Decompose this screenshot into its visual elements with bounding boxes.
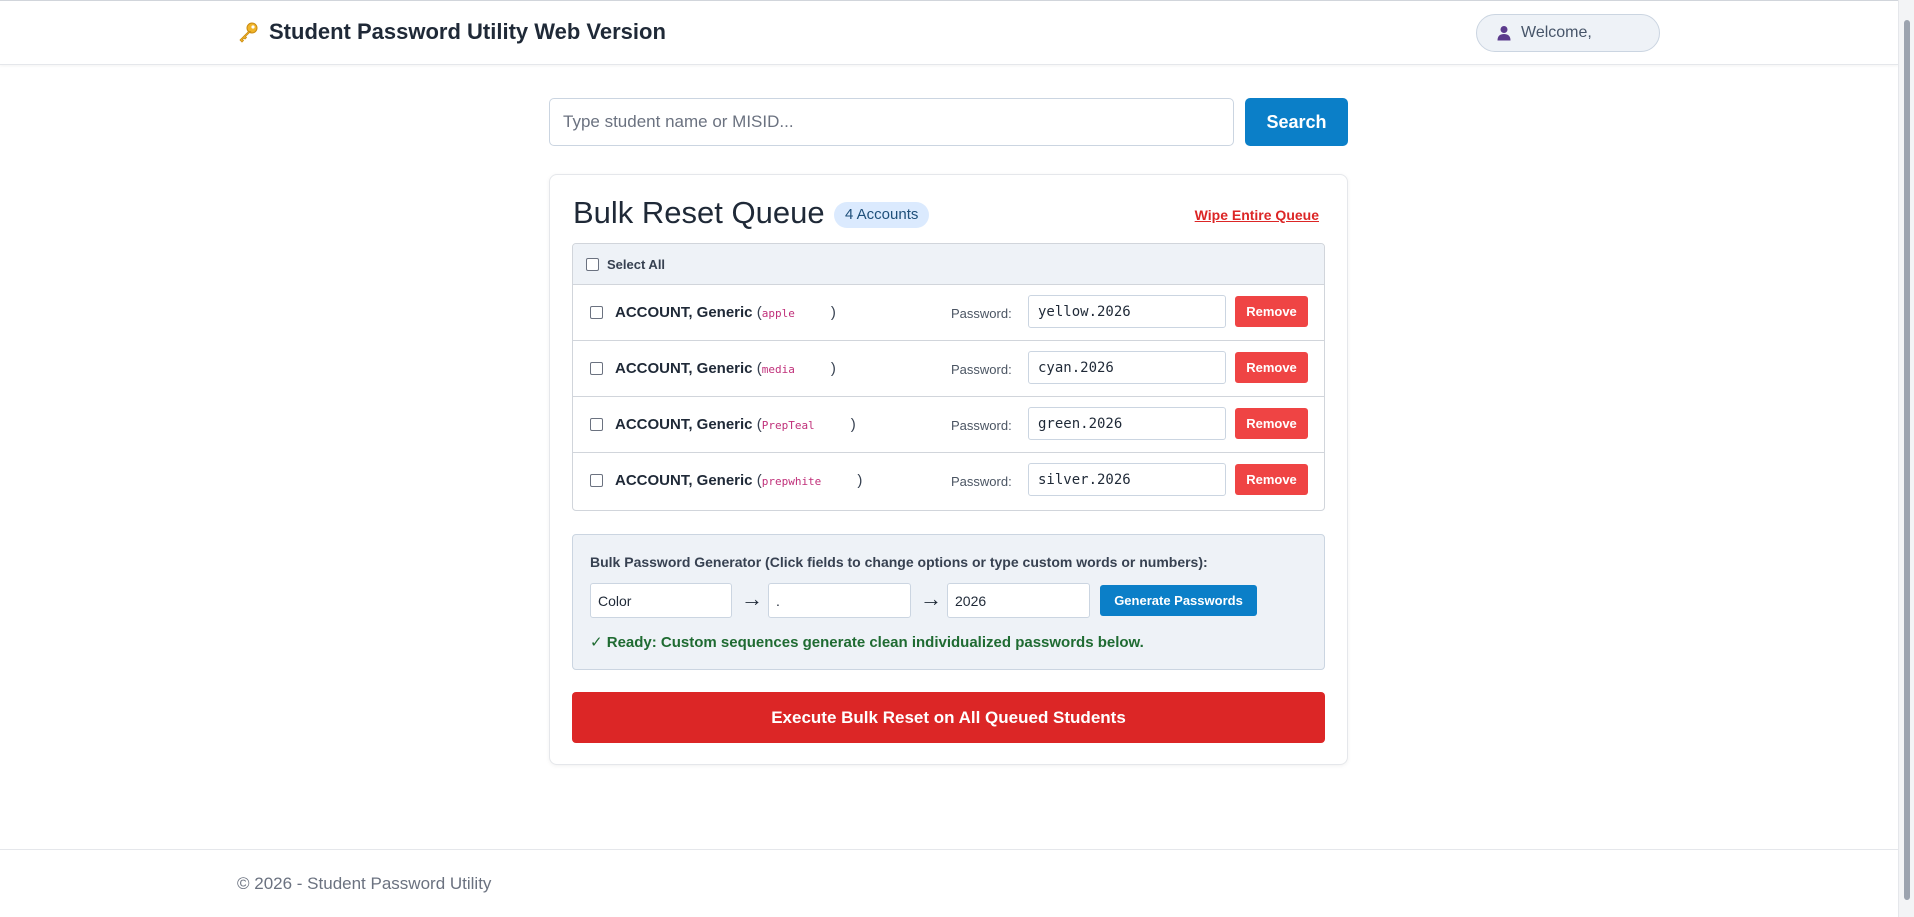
row-checkbox[interactable] (590, 474, 603, 487)
generator-status: ✓ Ready: Custom sequences generate clean… (590, 634, 1144, 651)
student-name: ACCOUNT, Generic (prepwhite) (615, 472, 862, 489)
generator-number-field[interactable] (947, 583, 1090, 618)
queue-table: Select All ACCOUNT, Generic (apple) Pass… (572, 243, 1325, 511)
row-checkbox[interactable] (590, 362, 603, 375)
select-all-checkbox[interactable] (586, 257, 599, 271)
remove-button[interactable]: Remove (1235, 408, 1308, 439)
scrollbar-thumb[interactable] (1904, 20, 1910, 900)
password-label: Password: (951, 362, 1012, 377)
footer: © 2026 - Student Password Utility (0, 849, 1898, 917)
row-checkbox[interactable] (590, 418, 603, 431)
execute-bulk-reset-button[interactable]: Execute Bulk Reset on All Queued Student… (572, 692, 1325, 743)
top-navbar: Student Password Utility Web Version Wel… (0, 0, 1898, 65)
wipe-queue-link[interactable]: Wipe Entire Queue (1195, 207, 1319, 223)
row-checkbox[interactable] (590, 306, 603, 319)
student-name: ACCOUNT, Generic (apple) (615, 304, 836, 321)
arrow-right-icon: → (741, 586, 763, 611)
app-window: Student Password Utility Web Version Wel… (0, 0, 1914, 917)
student-misid: prepwhite (761, 475, 822, 488)
paren-close: ) (830, 360, 836, 377)
student-misid: apple (761, 307, 795, 320)
student-misid: PrepTeal (761, 419, 815, 432)
password-input[interactable] (1028, 351, 1226, 384)
remove-button[interactable]: Remove (1235, 464, 1308, 495)
password-label: Password: (951, 418, 1012, 433)
bulk-reset-card: Bulk Reset Queue 4 Accounts Wipe Entire … (549, 174, 1348, 765)
footer-copyright: © 2026 - Student Password Utility (237, 874, 492, 893)
queue-row: ACCOUNT, Generic (apple) Password: Remov… (573, 285, 1324, 341)
queue-row: ACCOUNT, Generic (media) Password: Remov… (573, 341, 1324, 397)
account-count-badge: 4 Accounts (834, 202, 930, 228)
password-input[interactable] (1028, 295, 1226, 328)
password-label: Password: (951, 474, 1012, 489)
user-icon (1497, 25, 1511, 41)
welcome-text: Welcome, (1521, 24, 1592, 41)
select-all-row: Select All (573, 244, 1324, 285)
select-all-label[interactable]: Select All (607, 257, 665, 272)
password-input[interactable] (1028, 463, 1226, 496)
search-button[interactable]: Search (1245, 98, 1348, 146)
password-input[interactable] (1028, 407, 1226, 440)
password-generator-panel: Bulk Password Generator (Click fields to… (572, 534, 1325, 670)
student-name-text: ACCOUNT, Generic (615, 304, 753, 321)
app-brand[interactable]: Student Password Utility Web Version (237, 19, 666, 45)
remove-button[interactable]: Remove (1235, 296, 1308, 327)
key-icon (237, 21, 259, 43)
paren-close: ) (830, 304, 836, 321)
generate-passwords-button[interactable]: Generate Passwords (1100, 585, 1257, 616)
paren-close: ) (850, 416, 856, 433)
student-misid: media (761, 363, 795, 376)
student-search-input[interactable] (549, 98, 1234, 146)
arrow-right-icon: → (920, 586, 942, 611)
page-scrollbar[interactable] (1898, 0, 1914, 917)
student-name-text: ACCOUNT, Generic (615, 360, 753, 377)
queue-title: Bulk Reset Queue (573, 195, 825, 230)
student-name-text: ACCOUNT, Generic (615, 416, 753, 433)
student-name-text: ACCOUNT, Generic (615, 472, 753, 489)
user-menu[interactable]: Welcome, (1476, 14, 1660, 52)
generator-word-field[interactable] (590, 583, 732, 618)
queue-row: ACCOUNT, Generic (prepwhite) Password: R… (573, 453, 1324, 509)
generator-separator-field[interactable] (768, 583, 911, 618)
app-title: Student Password Utility Web Version (269, 19, 666, 44)
student-name: ACCOUNT, Generic (media) (615, 360, 836, 377)
generator-title: Bulk Password Generator (Click fields to… (590, 554, 1208, 570)
remove-button[interactable]: Remove (1235, 352, 1308, 383)
password-label: Password: (951, 306, 1012, 321)
student-name: ACCOUNT, Generic (PrepTeal) (615, 416, 856, 433)
queue-row: ACCOUNT, Generic (PrepTeal) Password: Re… (573, 397, 1324, 453)
paren-close: ) (857, 472, 863, 489)
